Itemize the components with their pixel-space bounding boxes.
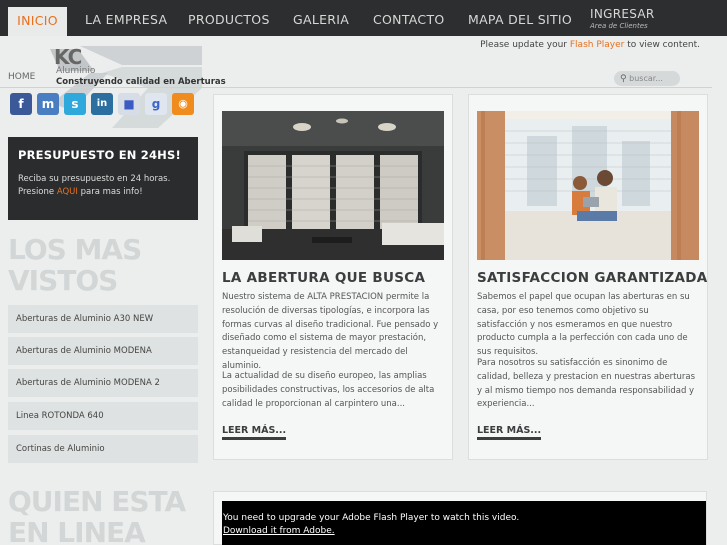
presupuesto-text: Reciba su presupuesto en 24 horas. Presi… xyxy=(18,174,171,197)
logo-tagline: Construyendo calidad en Aberturas xyxy=(56,77,226,87)
presupuesto-title: PRESUPUESTO EN 24HS! xyxy=(18,148,181,162)
rss-icon[interactable]: ◉ xyxy=(172,93,194,115)
facebook-icon[interactable]: f xyxy=(10,93,32,115)
nav-contacto[interactable]: CONTACTO xyxy=(373,0,445,36)
card-title: SATISFACCION GARANTIZADA xyxy=(477,270,708,286)
card-text: Sabemos el papel que ocupan las abertura… xyxy=(477,292,690,358)
list-item[interactable]: Aberturas de Aluminio A30 NEW xyxy=(8,305,198,333)
linkedin-icon[interactable]: in xyxy=(91,93,113,115)
site-logo[interactable]: KC Aluminio Construyendo calidad en Aber… xyxy=(50,43,226,128)
skype-icon[interactable]: s xyxy=(64,93,86,115)
search-input[interactable]: ⚲ buscar... xyxy=(614,71,680,86)
card-text: Para nosotros su satisfacción es sinonim… xyxy=(477,358,696,410)
nav-la-empresa[interactable]: LA EMPRESA xyxy=(85,0,167,36)
card-abertura: LA ABERTURA QUE BUSCA Nuestro sistema de… xyxy=(213,94,453,460)
search-icon: ⚲ xyxy=(620,74,627,84)
nav-galeria[interactable]: GALERIA xyxy=(293,0,349,36)
list-item[interactable]: Linea ROTONDA 640 xyxy=(8,402,198,430)
couple-window-image xyxy=(477,111,699,260)
top-navigation: INICIO LA EMPRESA PRODUCTOS GALERIA CONT… xyxy=(0,0,727,36)
messenger-icon[interactable]: m xyxy=(37,93,59,115)
aqui-link[interactable]: AQUI xyxy=(57,187,78,197)
flash-player-link[interactable]: Flash Player xyxy=(570,40,624,50)
nav-productos[interactable]: PRODUCTOS xyxy=(188,0,270,36)
nav-inicio[interactable]: INICIO xyxy=(8,7,67,36)
nav-mapa-del-sitio[interactable]: MAPA DEL SITIO xyxy=(468,0,572,36)
flash-upgrade-message: You need to upgrade your Adobe Flash Pla… xyxy=(223,513,520,523)
search-placeholder: buscar... xyxy=(629,74,663,83)
google-icon[interactable]: g xyxy=(145,93,167,115)
card-satisfaccion: SATISFACCION GARANTIZADA Sabemos el pape… xyxy=(468,94,708,460)
breadcrumb[interactable]: HOME xyxy=(8,72,35,82)
list-item[interactable]: Aberturas de Aluminio MODENA xyxy=(8,337,198,365)
flash-notice: Please update your Flash Player to view … xyxy=(480,40,700,50)
card-text: La actualidad de su diseño europeo, las … xyxy=(222,371,435,409)
login-sublabel: Area de Clientes xyxy=(590,22,648,30)
login-label: INGRESAR xyxy=(590,7,655,21)
read-more-link[interactable]: LEER MÁS... xyxy=(222,425,287,440)
delicious-icon[interactable]: ■ xyxy=(118,93,140,115)
read-more-link[interactable]: LEER MÁS... xyxy=(477,425,542,440)
list-item[interactable]: Aberturas de Aluminio MODENA 2 xyxy=(8,369,198,397)
download-flash-link[interactable]: Download it from Adobe. xyxy=(223,526,706,536)
video-box: You need to upgrade your Adobe Flash Pla… xyxy=(213,491,707,545)
list-item[interactable]: Cortinas de Aluminio xyxy=(8,435,198,463)
flash-video-player[interactable]: You need to upgrade your Adobe Flash Pla… xyxy=(222,501,706,545)
logo-subtext: Aluminio xyxy=(56,66,96,76)
header-divider xyxy=(0,87,712,88)
room-window-image xyxy=(222,111,444,260)
card-title: LA ABERTURA QUE BUSCA xyxy=(222,270,426,286)
presupuesto-box: PRESUPUESTO EN 24HS! Reciba su presupues… xyxy=(8,137,198,220)
login-link[interactable]: INGRESAR Area de Clientes xyxy=(590,7,655,30)
quien-esta-title: QUIEN ESTA EN LINEA xyxy=(8,485,186,545)
card-text: Nuestro sistema de ALTA PRESTACION permi… xyxy=(222,292,439,371)
mas-vistos-title: LOS MAS VISTOS xyxy=(8,233,142,297)
